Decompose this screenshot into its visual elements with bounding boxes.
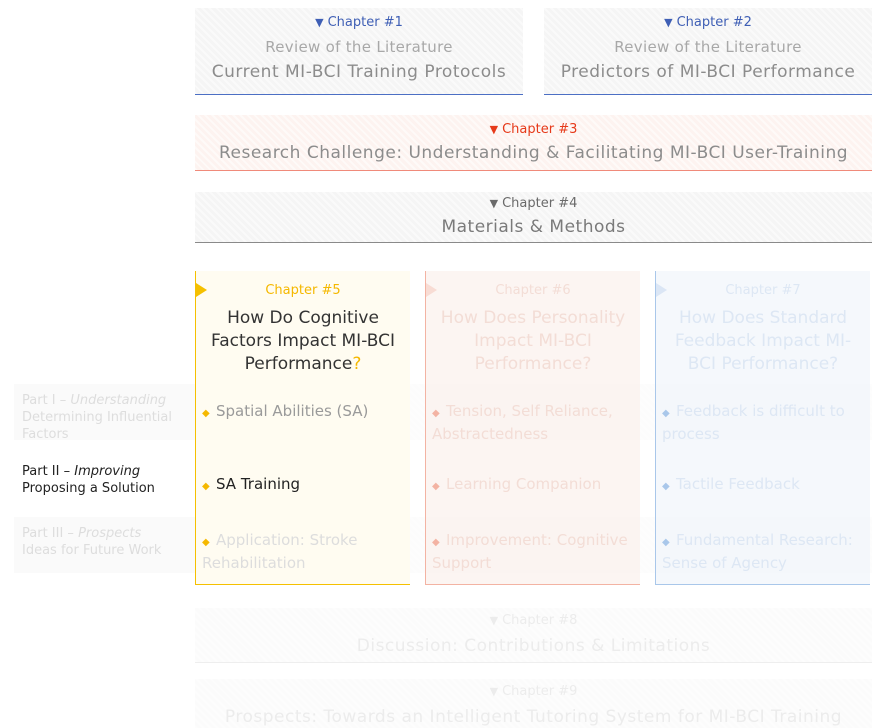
chapter-6-column: Chapter #6 How Does Personality Impact M… bbox=[425, 271, 640, 585]
triangle-down-icon: ▼ bbox=[664, 16, 673, 29]
chapter-4-label: ▼ Chapter #4 bbox=[489, 196, 578, 211]
triangle-down-icon: ▼ bbox=[489, 123, 499, 136]
chapter-8-box: ▼ Chapter #8 Discussion: Contributions & … bbox=[195, 608, 872, 663]
chapter-7-item-3: ◆ Fundamental Research: Sense of Agency bbox=[662, 531, 853, 572]
chapter-5-item-3: ◆ Application: Stroke Rehabilitation bbox=[202, 531, 358, 572]
chapter-4-title: Materials & Methods bbox=[441, 217, 626, 237]
part-1-label: Part I – Understanding Determining Influ… bbox=[14, 384, 196, 442]
chapter-5-title: How Do Cognitive Factors Impact MI-BCI P… bbox=[211, 308, 395, 374]
chapter-1-box: ▼ Chapter #1 Review of the Literature Cur… bbox=[195, 8, 523, 95]
chapter-2-label: ▼ Chapter #2 bbox=[664, 15, 752, 30]
bullet-icon: ◆ bbox=[432, 537, 440, 548]
bullet-icon: ◆ bbox=[662, 408, 670, 419]
triangle-down-icon: ▼ bbox=[489, 685, 499, 698]
chapter-6-title: How Does Personality Impact MI-BCI Perfo… bbox=[440, 308, 626, 374]
chapter-5-item-2: ◆ SA Training bbox=[202, 474, 406, 497]
triangle-down-icon: ▼ bbox=[489, 614, 499, 627]
chapter-6-item-3: ◆ Improvement: Cognitive Support bbox=[432, 531, 628, 572]
chapter-1-subtitle: Review of the Literature bbox=[265, 38, 453, 56]
bullet-icon: ◆ bbox=[202, 408, 210, 419]
chapter-2-subtitle: Review of the Literature bbox=[614, 38, 802, 56]
chapter-7-item-1: ◆ Feedback is difficult to process bbox=[662, 402, 845, 443]
chapter-3-box: ▼ Chapter #3 Research Challenge: Understa… bbox=[195, 115, 872, 171]
bullet-icon: ◆ bbox=[432, 408, 440, 419]
chapter-9-box: ▼ Chapter #9 Prospects: Towards an Intell… bbox=[195, 679, 872, 728]
chapter-3-label: ▼ Chapter #3 bbox=[489, 122, 578, 137]
part-2-label: Part II – Improving Proposing a Solution bbox=[22, 464, 155, 496]
chapter-6-item-1: ◆ Tension, Self Reliance, Abstractedness bbox=[432, 402, 613, 443]
chapter-6-item-2: ◆ Learning Companion bbox=[432, 474, 636, 497]
chapter-8-label: ▼ Chapter #8 bbox=[489, 613, 578, 628]
chapter-1-title: Current MI-BCI Training Protocols bbox=[211, 62, 507, 82]
bullet-icon: ◆ bbox=[202, 537, 210, 548]
chapter-4-box: ▼ Chapter #4 Materials & Methods bbox=[195, 192, 872, 243]
triangle-down-icon: ▼ bbox=[315, 16, 324, 29]
bullet-icon: ◆ bbox=[662, 481, 670, 492]
chapter-7-label: Chapter #7 bbox=[725, 283, 801, 298]
chapter-9-label: ▼ Chapter #9 bbox=[489, 684, 578, 699]
chapter-5-column: Chapter #5 How Do Cognitive Factors Impa… bbox=[195, 271, 410, 585]
chapter-1-label: ▼ Chapter #1 bbox=[315, 15, 403, 30]
chapter-5-label: Chapter #5 bbox=[265, 283, 341, 298]
chapter-2-box: ▼ Chapter #2 Review of the Literature Pre… bbox=[544, 8, 872, 95]
chapter-2-title: Predictors of MI-BCI Performance bbox=[560, 62, 856, 82]
bullet-icon: ◆ bbox=[432, 481, 440, 492]
chapter-8-title: Discussion: Contributions & Limitations bbox=[356, 636, 711, 656]
bullet-icon: ◆ bbox=[662, 537, 670, 548]
part-3-label: Part III – Prospects Ideas for Future Wo… bbox=[14, 517, 196, 573]
chapter-5-item-1: ◆ Spatial Abilities (SA) bbox=[202, 401, 406, 424]
chapter-7-title: How Does Standard Feedback Impact MI-BCI… bbox=[674, 308, 852, 374]
chapter-3-title: Research Challenge: Understanding & Faci… bbox=[218, 143, 849, 163]
chapter-7-item-2: ◆ Tactile Feedback bbox=[662, 474, 866, 497]
bullet-icon: ◆ bbox=[202, 481, 210, 492]
triangle-down-icon: ▼ bbox=[489, 197, 499, 210]
chapter-7-column: Chapter #7 How Does Standard Feedback Im… bbox=[655, 271, 870, 585]
chapter-9-title: Prospects: Towards an Intelligent Tutori… bbox=[224, 707, 843, 727]
chapter-6-label: Chapter #6 bbox=[495, 283, 571, 298]
